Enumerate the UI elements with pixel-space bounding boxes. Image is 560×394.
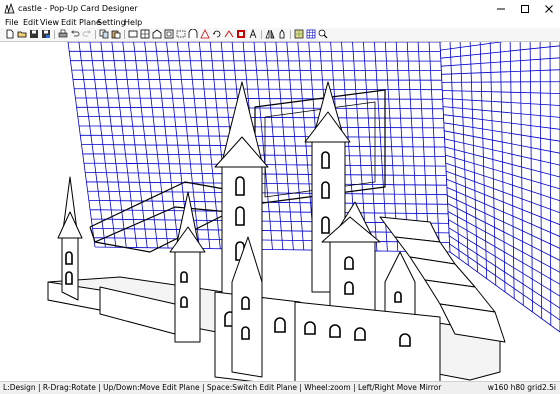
- toolbar-separator: [124, 30, 125, 39]
- toolbar-separator: [290, 30, 291, 39]
- left-tower-cap: [57, 211, 83, 239]
- tower-icon[interactable]: [277, 29, 287, 39]
- castle-window: [235, 176, 245, 196]
- close-icon: [545, 5, 553, 13]
- status-help-text: L:Design | R-Drag:Rotate | Up/Down:Move …: [3, 383, 442, 392]
- grid-rect-icon[interactable]: [140, 29, 150, 39]
- house-icon[interactable]: [152, 29, 162, 39]
- design-canvas[interactable]: [0, 42, 560, 381]
- paste-icon[interactable]: [111, 29, 121, 39]
- castle-window: [321, 216, 330, 234]
- minimize-icon: [497, 8, 505, 10]
- print-icon[interactable]: [58, 29, 68, 39]
- redo-icon[interactable]: [82, 29, 92, 39]
- window-title: castle - Pop-Up Card Designer: [18, 4, 138, 13]
- triangle-icon[interactable]: [200, 29, 210, 39]
- castle-window: [394, 291, 402, 303]
- close-button[interactable]: [538, 0, 560, 17]
- mirror-icon[interactable]: [265, 29, 275, 39]
- castle-window: [235, 206, 245, 226]
- save-as-icon[interactable]: [41, 29, 51, 39]
- castle-window: [321, 151, 330, 169]
- menu-view[interactable]: View: [40, 17, 59, 28]
- status-bar: L:Design | R-Drag:Rotate | Up/Down:Move …: [0, 381, 560, 394]
- menu-bar: File Edit View Edit Plane Setting Help: [0, 17, 560, 28]
- menu-help[interactable]: Help: [124, 17, 142, 28]
- toolbar: [0, 28, 560, 42]
- castle-window: [180, 271, 188, 283]
- castle-window: [304, 321, 316, 335]
- castle-window: [344, 256, 354, 270]
- menu-edit-plane[interactable]: Edit Plane: [61, 17, 101, 28]
- arch-icon[interactable]: [188, 29, 198, 39]
- castle-window: [241, 296, 250, 310]
- castle-window: [321, 181, 330, 199]
- flag-icon[interactable]: [236, 29, 246, 39]
- rotate-icon[interactable]: [212, 29, 222, 39]
- castle-window: [180, 296, 188, 308]
- castle-window: [65, 271, 73, 285]
- copy-icon[interactable]: [99, 29, 109, 39]
- toolbar-separator: [54, 30, 55, 39]
- toolbar-separator: [261, 30, 262, 39]
- zoom-icon[interactable]: [318, 29, 328, 39]
- grid-icon[interactable]: [306, 29, 316, 39]
- castle-window: [354, 327, 366, 341]
- dashed-rect-icon[interactable]: [176, 29, 186, 39]
- new-icon[interactable]: [5, 29, 15, 39]
- castle-window: [399, 333, 411, 347]
- status-dimensions: w160 h80 grid2.5i: [487, 383, 556, 392]
- maximize-icon: [521, 5, 529, 13]
- menu-edit[interactable]: Edit: [23, 17, 39, 28]
- window-icon[interactable]: [164, 29, 174, 39]
- fold-icon[interactable]: [224, 29, 234, 39]
- castle-window: [274, 317, 286, 333]
- menu-file[interactable]: File: [5, 17, 18, 28]
- app-window: castle - Pop-Up Card Designer File Edit …: [0, 0, 560, 394]
- toolbar-separator: [95, 30, 96, 39]
- maximize-button[interactable]: [514, 0, 536, 17]
- right-front-wall: [294, 301, 441, 381]
- pattern-icon[interactable]: [294, 29, 304, 39]
- castle-window: [329, 324, 341, 338]
- undo-icon[interactable]: [70, 29, 80, 39]
- minimize-button[interactable]: [490, 0, 512, 17]
- castle-window: [344, 281, 354, 295]
- castle-window: [65, 251, 73, 265]
- app-icon: [4, 2, 15, 14]
- menu-setting[interactable]: Setting: [97, 17, 126, 28]
- rect-icon[interactable]: [128, 29, 138, 39]
- castle-window: [241, 326, 250, 340]
- open-icon[interactable]: [17, 29, 27, 39]
- title-bar: castle - Pop-Up Card Designer: [0, 0, 560, 17]
- cut-icon[interactable]: [248, 29, 258, 39]
- 3d-view[interactable]: [0, 42, 560, 381]
- save-icon[interactable]: [29, 29, 39, 39]
